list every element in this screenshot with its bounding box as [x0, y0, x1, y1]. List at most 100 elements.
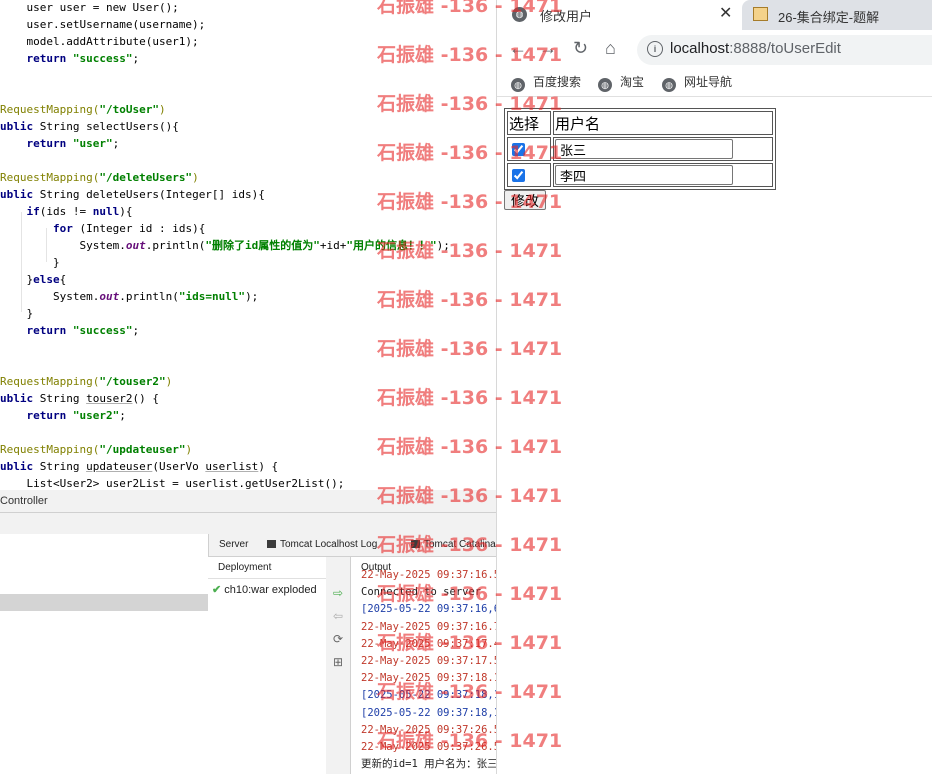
home-icon[interactable]: ⌂ — [605, 38, 616, 58]
code-line: user user = new User(); — [0, 0, 179, 16]
tab-tomcat-catalina[interactable]: Tomcat Catalina — [411, 534, 496, 556]
code-token: (Integer id : ids){ — [72, 222, 206, 235]
code-token: RequestMapping( — [0, 443, 100, 456]
code-token: } — [0, 256, 60, 269]
code-token: String — [33, 460, 87, 473]
code-token: String — [33, 392, 87, 405]
code-token: out — [99, 290, 120, 303]
code-token: "success" — [72, 52, 133, 65]
code-token: user user = new User(); — [0, 1, 179, 14]
code-line: return "success"; — [0, 322, 140, 339]
code-token: ) — [158, 103, 166, 116]
code-token: RequestMapping( — [0, 103, 100, 116]
output-line: 22-May-2025 09:37:26.5 — [361, 723, 496, 736]
back-icon[interactable]: ← — [509, 38, 527, 58]
tab-inactive[interactable]: 26-集合绑定-题解 — [742, 0, 932, 30]
username-input[interactable] — [555, 165, 733, 185]
tab-label: Server — [219, 539, 249, 550]
check-icon: ✔ — [212, 584, 222, 596]
bookmark-nav[interactable]: ◍ 网址导航 — [662, 73, 732, 92]
code-line: model.addAttribute(user1); — [0, 33, 198, 50]
undeploy-icon[interactable]: ⇦ — [331, 609, 345, 623]
code-line: RequestMapping("/touser2") — [0, 373, 172, 390]
deployment-toolbar: ⇨ ⇦ ⟳ ⊞ — [326, 557, 351, 774]
site-info-icon[interactable]: i — [647, 41, 663, 57]
bookmark-taobao[interactable]: ◍ 淘宝 — [598, 73, 644, 92]
username-input[interactable] — [555, 139, 733, 159]
output-console[interactable]: Output 22-May-2025 09:37:16.5 Connected t… — [351, 557, 496, 774]
code-token: else — [33, 273, 60, 286]
url-text: localhost:8888/toUserEdit — [670, 40, 841, 57]
code-token: ) — [165, 375, 173, 388]
column-header-select: 选择 — [507, 111, 551, 135]
code-line: return "user"; — [0, 135, 120, 152]
select-cell — [507, 137, 551, 161]
log-tabs: Server Tomcat Localhost Log Tomcat Catal… — [208, 534, 496, 557]
code-token: userlist — [205, 460, 259, 473]
globe-icon: ◍ — [511, 78, 525, 92]
services-tree[interactable] — [0, 534, 209, 774]
code-token: System. — [0, 290, 100, 303]
row-checkbox[interactable] — [512, 169, 525, 182]
output-line: 22-May-2025 09:37:26.5 — [361, 741, 496, 753]
bookmark-label: 淘宝 — [620, 75, 645, 89]
url-path: :8888/toUserEdit — [729, 40, 841, 57]
output-line: 22-May-2025 09:37:18.1 — [361, 672, 496, 685]
refresh-icon[interactable]: ⟳ — [331, 632, 345, 646]
tab-active[interactable]: ◍ 修改用户 ✕ — [497, 0, 742, 30]
code-token: ublic — [0, 120, 34, 133]
code-token: "success" — [72, 324, 133, 337]
code-line: ublic String selectUsers(){ — [0, 118, 179, 135]
code-token: user.setUsername(username); — [0, 18, 206, 31]
output-line: 22-May-2025 09:37:16.5 — [361, 569, 496, 581]
output-line: [2025-05-22 09:37:18,1 — [361, 689, 496, 702]
table-row — [507, 137, 773, 161]
output-line: 22-May-2025 09:37:16.7 — [361, 620, 496, 633]
add-artifact-icon[interactable]: ⊞ — [331, 655, 345, 669]
tab-label: Tomcat Localhost Log — [280, 539, 378, 550]
deploy-icon[interactable]: ⇨ — [331, 586, 345, 600]
code-line: }else{ — [0, 271, 66, 288]
code-token: return — [26, 409, 67, 422]
code-token: return — [26, 137, 67, 150]
console-icon — [267, 540, 276, 548]
code-token: } — [0, 307, 34, 320]
code-line: System.out.println("ids=null"); — [0, 288, 258, 305]
code-token: out — [125, 239, 146, 252]
code-token: ; — [132, 324, 140, 337]
tab-title: 修改用户 — [540, 9, 593, 24]
services-panel: Controller Server Tomcat Localhost Log T… — [0, 490, 496, 774]
selected-tree-row[interactable] — [0, 594, 208, 611]
tab-strip: ◍ 修改用户 ✕ 26-集合绑定-题解 — [497, 0, 932, 30]
close-icon[interactable]: ✕ — [719, 3, 732, 23]
tab-title: 26-集合绑定-题解 — [778, 10, 880, 25]
code-token: touser2 — [86, 392, 133, 405]
code-token: System. — [0, 239, 126, 252]
code-token: null — [92, 205, 120, 218]
row-checkbox[interactable] — [512, 143, 525, 156]
forward-icon[interactable]: → — [539, 38, 557, 58]
code-line: ublic String deleteUsers(Integer[] ids){ — [0, 186, 265, 203]
deployment-item[interactable]: ✔ ch10:war exploded — [212, 583, 317, 596]
code-line: RequestMapping("/toUser") — [0, 101, 166, 118]
update-button[interactable]: 修改 — [504, 190, 546, 210]
deployment-item-label: ch10:war exploded — [224, 584, 317, 596]
code-token: return — [26, 324, 67, 337]
code-token: ); — [245, 290, 259, 303]
code-token: (ids != — [39, 205, 93, 218]
code-token: ; — [119, 409, 126, 422]
tab-server[interactable]: Server — [219, 534, 248, 556]
username-cell — [553, 137, 773, 161]
code-token: ); — [436, 239, 450, 252]
code-token: "/toUser" — [99, 103, 159, 116]
output-line: [2025-05-22 09:37:18,1 — [361, 706, 496, 719]
code-editor[interactable]: user user = new User(); user.setUsername… — [0, 0, 496, 490]
tab-tomcat-localhost-log[interactable]: Tomcat Localhost Log — [267, 534, 377, 556]
bookmark-baidu[interactable]: ◍ 百度搜索 — [511, 73, 581, 92]
reload-icon[interactable]: ↻ — [573, 38, 588, 58]
address-bar[interactable]: i localhost:8888/toUserEdit — [637, 35, 932, 65]
